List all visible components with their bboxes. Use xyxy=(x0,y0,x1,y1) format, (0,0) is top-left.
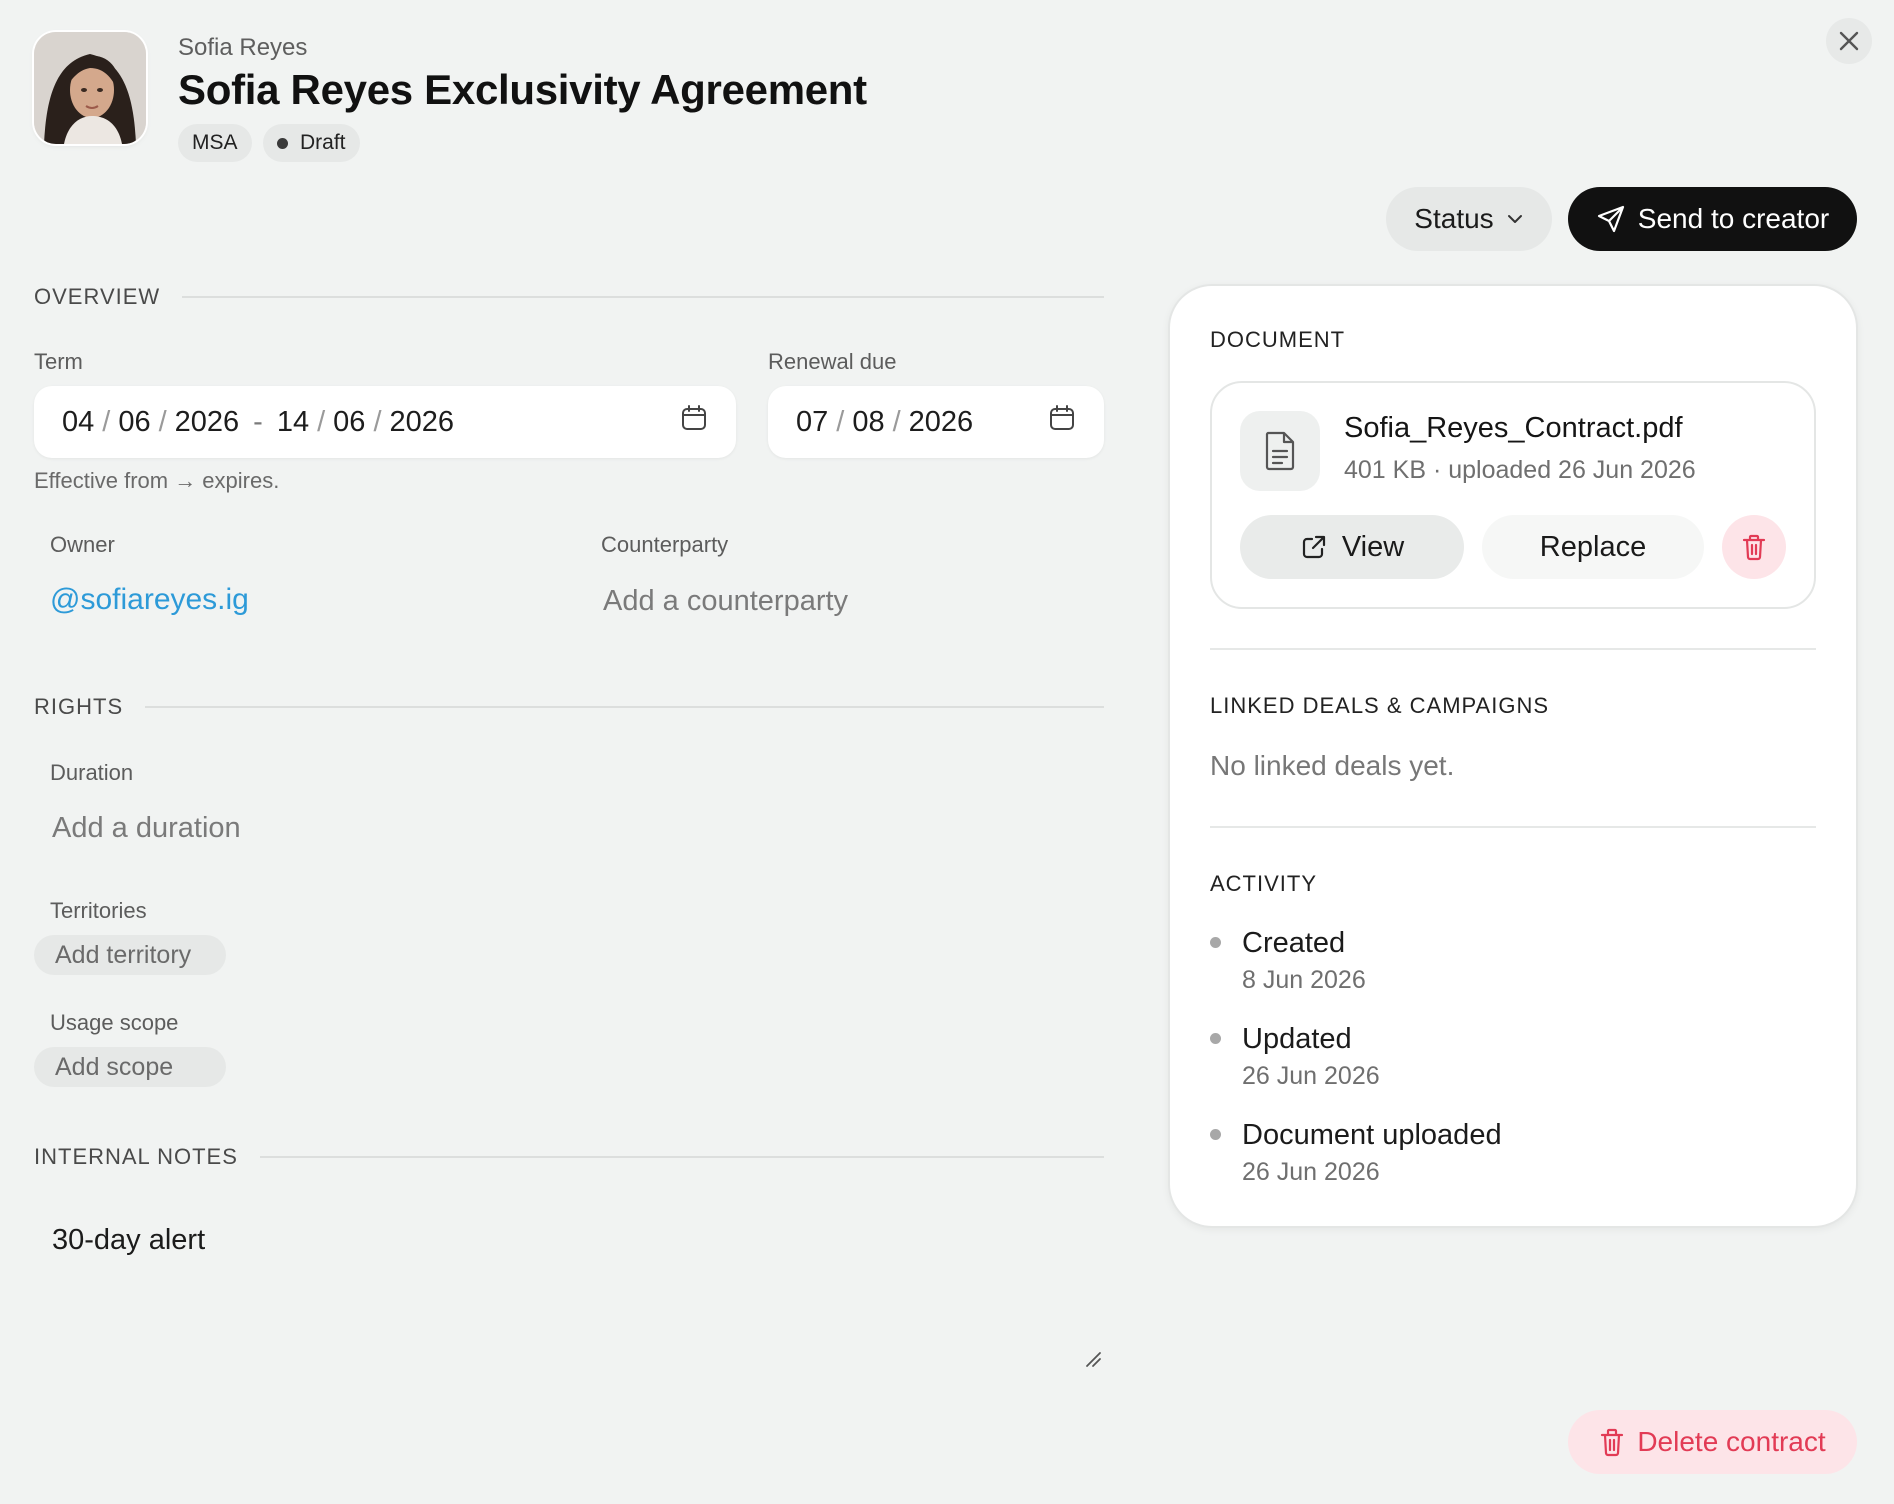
calendar-icon[interactable] xyxy=(680,404,708,440)
send-icon xyxy=(1597,205,1624,233)
status-badge-label: Draft xyxy=(300,131,346,154)
term-hint: Effective from → expires. xyxy=(34,468,280,493)
creator-name: Sofia Reyes xyxy=(178,34,308,61)
add-territory-label: Add territory xyxy=(55,940,192,969)
send-to-creator-button[interactable]: Send to creator xyxy=(1568,187,1857,251)
activity-item-title: Created xyxy=(1242,927,1346,959)
renewal-month[interactable]: 08 xyxy=(852,406,884,439)
panel-divider xyxy=(1210,826,1816,828)
document-heading: DOCUMENT xyxy=(1210,327,1346,352)
document-file-meta: 401 KB · uploaded 26 Jun 2026 xyxy=(1344,456,1696,484)
territories-label: Territories xyxy=(50,898,147,923)
close-button[interactable] xyxy=(1826,18,1872,64)
document-file-icon-tile xyxy=(1240,411,1320,491)
contract-type-label: MSA xyxy=(192,131,238,154)
external-link-icon xyxy=(1302,535,1325,559)
page-title: Sofia Reyes Exclusivity Agreement xyxy=(178,66,867,113)
add-territory-button[interactable]: Add territory xyxy=(34,935,226,975)
chevron-down-icon xyxy=(1507,215,1522,223)
calendar-icon[interactable] xyxy=(1048,404,1076,440)
internal-notes-section-header: INTERNAL NOTES xyxy=(34,1144,1104,1170)
activity-item-date: 26 Jun 2026 xyxy=(1242,1158,1380,1186)
status-dropdown-label: Status xyxy=(1414,203,1494,234)
term-start-month[interactable]: 06 xyxy=(118,406,150,439)
activity-item-date: 26 Jun 2026 xyxy=(1242,1062,1380,1090)
counterparty-label: Counterparty xyxy=(601,532,729,557)
file-text-icon xyxy=(1265,431,1295,471)
internal-notes-textarea[interactable]: 30-day alert xyxy=(52,1224,205,1257)
textarea-resize-handle[interactable] xyxy=(1084,1350,1102,1373)
activity-bullet-icon xyxy=(1210,1033,1221,1044)
renewal-year[interactable]: 2026 xyxy=(909,406,974,439)
view-document-label: View xyxy=(1341,530,1405,563)
renewal-due-date-input[interactable]: 07 / 08 / 2026 xyxy=(768,386,1104,458)
contract-type-badge: MSA xyxy=(178,124,252,162)
rights-section-header: RIGHTS xyxy=(34,694,1104,720)
term-label: Term xyxy=(34,349,83,374)
rights-heading: RIGHTS xyxy=(34,694,124,719)
status-dot-icon xyxy=(277,137,288,149)
delete-contract-button[interactable]: Delete contract xyxy=(1568,1410,1857,1474)
section-divider xyxy=(259,1156,1104,1158)
term-date-range-input[interactable]: 04 / 06 / 2026 - 14 / 06 / 2026 xyxy=(34,386,736,458)
replace-document-label: Replace xyxy=(1539,530,1647,563)
duration-field[interactable]: Add a duration xyxy=(52,812,241,845)
add-scope-label: Add scope xyxy=(55,1052,174,1081)
resize-grip-icon xyxy=(1086,1352,1101,1367)
delete-document-button[interactable] xyxy=(1722,515,1786,579)
add-scope-button[interactable]: Add scope xyxy=(34,1047,226,1087)
overview-heading: OVERVIEW xyxy=(34,284,161,309)
owner-label: Owner xyxy=(50,532,115,557)
activity-bullet-icon xyxy=(1210,1129,1221,1140)
status-dropdown[interactable]: Status xyxy=(1386,187,1552,251)
panel-divider xyxy=(1210,648,1816,650)
renewal-day[interactable]: 07 xyxy=(796,406,828,439)
section-divider xyxy=(182,296,1104,298)
term-start-year[interactable]: 2026 xyxy=(175,406,240,439)
term-end-year[interactable]: 2026 xyxy=(390,406,455,439)
close-icon xyxy=(1839,31,1859,51)
linked-deals-empty-state: No linked deals yet. xyxy=(1210,750,1455,781)
usage-scope-label: Usage scope xyxy=(50,1010,179,1035)
activity-item-title: Document uploaded xyxy=(1242,1119,1502,1151)
delete-contract-label: Delete contract xyxy=(1637,1426,1826,1457)
trash-icon xyxy=(1742,534,1766,561)
trash-icon xyxy=(1601,1428,1624,1457)
activity-item-date: 8 Jun 2026 xyxy=(1242,966,1366,994)
activity-item-title: Updated xyxy=(1242,1023,1352,1055)
user-photo-avatar xyxy=(34,32,146,144)
overview-section-header: OVERVIEW xyxy=(34,284,1104,310)
owner-link[interactable]: @sofiareyes.ig xyxy=(50,583,249,617)
activity-heading: ACTIVITY xyxy=(1210,871,1318,896)
replace-document-button[interactable]: Replace xyxy=(1482,515,1704,579)
internal-notes-heading: INTERNAL NOTES xyxy=(34,1144,238,1169)
term-end-day[interactable]: 14 xyxy=(277,406,309,439)
document-file-name: Sofia_Reyes_Contract.pdf xyxy=(1344,412,1683,444)
avatar xyxy=(34,32,146,144)
status-badge: Draft xyxy=(263,124,360,162)
term-end-month[interactable]: 06 xyxy=(333,406,365,439)
term-start-day[interactable]: 04 xyxy=(62,406,94,439)
duration-label: Duration xyxy=(50,760,134,785)
view-document-button[interactable]: View xyxy=(1240,515,1464,579)
renewal-due-label: Renewal due xyxy=(768,349,897,374)
linked-deals-heading: LINKED DEALS & CAMPAIGNS xyxy=(1210,693,1550,718)
activity-bullet-icon xyxy=(1210,937,1221,948)
section-divider xyxy=(145,706,1104,708)
counterparty-field[interactable]: Add a counterparty xyxy=(603,585,848,618)
send-to-creator-label: Send to creator xyxy=(1637,203,1830,234)
